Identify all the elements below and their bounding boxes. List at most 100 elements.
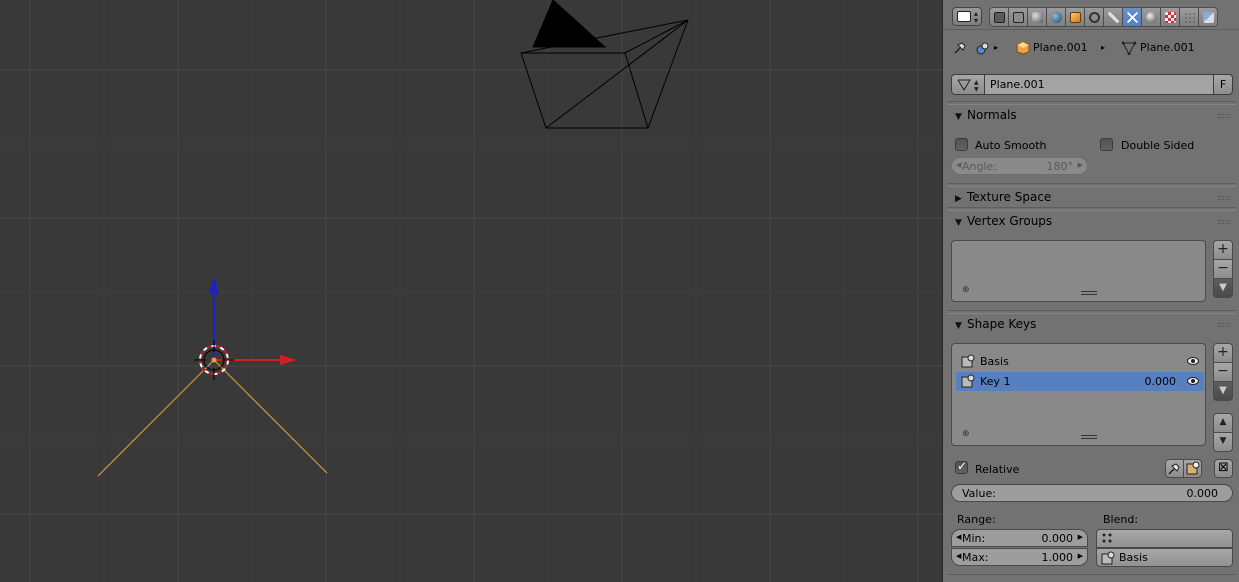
angle-field[interactable]: ◀ Angle: 180° ▶: [951, 157, 1088, 175]
3d-viewport[interactable]: [0, 0, 942, 582]
panel-header-texture-space[interactable]: ▶ Texture Space: [947, 186, 1236, 208]
max-label: Max:: [962, 551, 989, 564]
blend-vertex-group-field[interactable]: [1096, 529, 1233, 548]
properties-header: ▴ ▾: [943, 0, 1239, 30]
camera-object[interactable]: [520, 0, 689, 129]
edit-mode-shape-button[interactable]: [1183, 459, 1202, 478]
context-tabs: [989, 7, 1218, 27]
remove-shape-key-button[interactable]: −: [1213, 362, 1233, 382]
material-sphere-icon: [1145, 11, 1157, 23]
shape-key-row-selected[interactable]: Key 1 0.000: [956, 372, 1204, 391]
shape-value-slider[interactable]: Value: 0.000: [951, 484, 1233, 502]
transform-manipulator[interactable]: [209, 276, 297, 365]
panel-header-vertex-groups[interactable]: ▼ Vertex Groups: [947, 210, 1236, 232]
auto-smooth-label: Auto Smooth: [975, 139, 1047, 152]
editor-type-button[interactable]: ▴ ▾: [952, 7, 982, 26]
camera-up-triangle: [532, 0, 607, 48]
drag-handle-icon[interactable]: [1218, 220, 1230, 224]
divider: [947, 183, 1236, 184]
arrow-right-icon: ▶: [1077, 552, 1083, 560]
plus-small-icon[interactable]: ⊕: [962, 285, 970, 295]
svg-text:▼: ▼: [974, 86, 979, 93]
double-sided-checkbox[interactable]: [1100, 138, 1113, 151]
relative-key-field[interactable]: Basis: [1096, 548, 1233, 567]
move-key-up-button[interactable]: ▲: [1213, 413, 1233, 433]
pin-shape-button[interactable]: [1165, 459, 1184, 478]
material-tab[interactable]: [1141, 7, 1161, 27]
chevron-updown-icon: ▴ ▾: [973, 9, 978, 25]
cube-icon: [1069, 11, 1081, 23]
add-vertex-group-button[interactable]: +: [1213, 240, 1233, 260]
shape-key-icon: [961, 374, 975, 388]
texture-tab[interactable]: [1160, 7, 1180, 27]
panel-header-shape-keys[interactable]: ▼ Shape Keys: [947, 313, 1236, 335]
max-value: 1.000: [1041, 551, 1074, 564]
drag-handle-icon[interactable]: [1218, 323, 1230, 327]
panel-title: Normals: [967, 108, 1017, 122]
physics-tab[interactable]: [1198, 7, 1218, 27]
scene-data-icon: [976, 41, 990, 55]
shape-key-specials-button[interactable]: ▼: [1213, 381, 1233, 401]
breadcrumb: ▸ Plane.001 ▸ Plane.001: [943, 36, 1239, 60]
triangle-right-icon: ▶: [955, 194, 962, 204]
x-axis-arrow: [280, 355, 297, 365]
arrow-left-icon: ◀: [956, 161, 962, 169]
eye-icon[interactable]: [1187, 376, 1199, 386]
grid: [0, 0, 942, 582]
eye-icon[interactable]: [1187, 356, 1199, 366]
data-tab[interactable]: [1122, 7, 1142, 27]
pin-icon[interactable]: [953, 41, 967, 55]
arrow-right-icon: ▶: [1077, 161, 1083, 169]
camera-icon: [993, 11, 1005, 23]
relationship-lines: [97, 359, 328, 477]
shape-key-row[interactable]: Basis: [956, 352, 1204, 371]
divider: [947, 310, 1236, 311]
mesh-name-field[interactable]: Plane.001: [984, 74, 1214, 95]
list-resize-handle[interactable]: [1081, 435, 1097, 439]
render-tab[interactable]: [989, 7, 1009, 27]
object-tab[interactable]: [1065, 7, 1085, 27]
particles-icon: [1183, 11, 1195, 23]
shape-key-icon: [1101, 551, 1115, 565]
relative-label: Relative: [975, 463, 1020, 476]
remove-vertex-group-button[interactable]: −: [1213, 259, 1233, 279]
object-origin: [211, 357, 217, 363]
plus-small-icon[interactable]: ⊕: [962, 429, 970, 439]
drag-handle-icon[interactable]: [1218, 114, 1230, 118]
move-key-down-button[interactable]: ▼: [1213, 432, 1233, 452]
grid-minor: [0, 0, 942, 582]
add-shape-key-button[interactable]: +: [1213, 343, 1233, 363]
shape-keys-list[interactable]: Basis Key 1 0.000 ⊕: [951, 343, 1206, 446]
chevron-right-icon: ▸: [994, 43, 999, 52]
relative-key-name: Basis: [1119, 551, 1148, 564]
link-icon: [1088, 11, 1100, 23]
range-min-field[interactable]: ◀ Min: 0.000 ▶: [951, 529, 1088, 547]
mesh-data-icon: [1126, 11, 1138, 23]
breadcrumb-mesh: Plane.001: [1140, 41, 1195, 54]
blend-label: Blend:: [1103, 513, 1139, 526]
list-resize-handle[interactable]: [1081, 291, 1097, 295]
layers-icon: [1012, 11, 1024, 23]
clear-shape-button[interactable]: ⊠: [1214, 459, 1233, 478]
fake-user-button[interactable]: F: [1213, 74, 1233, 95]
viewport-canvas[interactable]: [0, 0, 942, 582]
shape-key-value[interactable]: 0.000: [1145, 375, 1177, 388]
relative-checkbox[interactable]: [955, 459, 968, 474]
render-layers-tab[interactable]: [1008, 7, 1028, 27]
scene-icon: [1031, 11, 1043, 23]
range-max-field[interactable]: ◀ Max: 1.000 ▶: [951, 548, 1088, 566]
particles-tab[interactable]: [1179, 7, 1199, 27]
drag-handle-icon[interactable]: [1218, 196, 1230, 200]
constraints-tab[interactable]: [1084, 7, 1104, 27]
scene-tab[interactable]: [1027, 7, 1047, 27]
shape-key-name: Key 1: [980, 375, 1011, 388]
auto-smooth-checkbox[interactable]: [955, 138, 968, 151]
triangle-down-icon: ▼: [955, 321, 962, 331]
vertex-groups-list[interactable]: ⊕: [951, 240, 1206, 302]
triangle-down-icon: ▼: [955, 218, 962, 228]
vertex-group-specials-button[interactable]: ▼: [1213, 278, 1233, 298]
panel-header-normals[interactable]: ▼ Normals: [947, 104, 1236, 126]
browse-mesh-button[interactable]: ▲ ▼: [951, 74, 985, 95]
world-tab[interactable]: [1046, 7, 1066, 27]
modifiers-tab[interactable]: [1103, 7, 1123, 27]
